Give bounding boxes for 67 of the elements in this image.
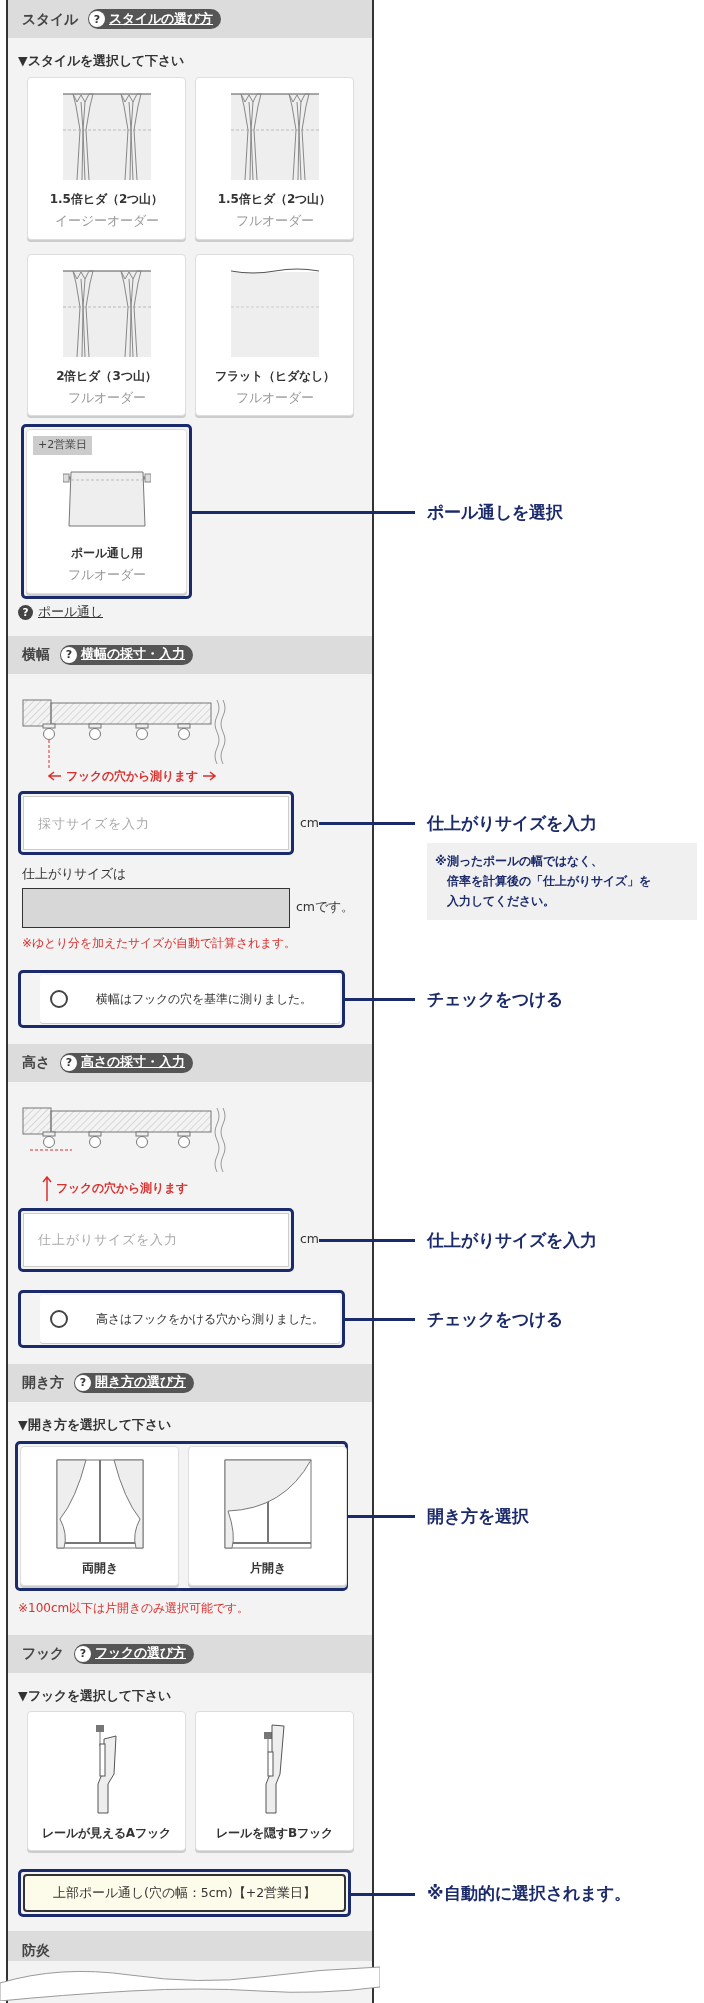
select-prompt: ▼フックを選択して下さい [18, 1686, 172, 1705]
size-input-field[interactable]: 仕上がりサイズを入力 [23, 1212, 289, 1267]
confirm-checkbox[interactable]: 横幅はフックの穴を基準に測りました。 [40, 974, 340, 1023]
option-name: 両開き [81, 1559, 118, 1577]
result-label: 仕上がりサイズは [22, 865, 127, 883]
confirm-checkbox[interactable]: 高さはフックをかける穴から測りました。 [40, 1294, 340, 1343]
section-title: 防炎 [22, 1941, 50, 1961]
callout-note: ※測ったポールの幅ではなく、 倍率を計算後の「仕上がりサイズ」を 入力してください。 [427, 842, 697, 920]
callout-text: 仕上がりサイズを入力 [427, 812, 597, 835]
callout-text: ※自動的に選択されます。 [427, 1882, 631, 1906]
measure-caption: フックの穴から測ります [66, 767, 198, 785]
option-subtitle: フルオーダー [67, 566, 146, 585]
select-prompt: ▼スタイルを選択して下さい [18, 52, 185, 70]
radio-circle[interactable] [50, 989, 68, 1008]
lead-time-tag: +2営業日 [33, 436, 93, 455]
option-card[interactable]: 両開き [20, 1445, 179, 1586]
callout-text: 開き方を選択 [427, 1504, 529, 1528]
checkbox-label: 高さはフックをかける穴から測りました。 [96, 1310, 324, 1328]
left-arrow-icon [48, 771, 62, 782]
option-card[interactable]: レールを隠すBフック [195, 1711, 354, 1852]
section-title: 開き方 [22, 1373, 64, 1393]
option-name: 1.5倍ヒダ（2つ山） [217, 190, 332, 208]
option-card[interactable]: フラット（ヒダなし） フルオーダー [195, 253, 354, 417]
option-subtitle: フルオーダー [67, 388, 146, 407]
callout-text: ポール通しを選択 [427, 500, 563, 524]
callout-text: 仕上がりサイズを入力 [427, 1228, 597, 1252]
note-text: ※ゆとり分を加えたサイズが自動で計算されます。 [22, 934, 298, 952]
size-input-field[interactable]: 採寸サイズを入力 [23, 796, 289, 850]
option-name: レールが見えるAフック [41, 1825, 172, 1843]
option-subtitle: フルオーダー [235, 388, 314, 407]
radio-circle[interactable] [50, 1309, 68, 1328]
up-arrow-icon [42, 1175, 52, 1202]
option-name: 2倍ヒダ（3つ山） [56, 367, 157, 385]
option-subtitle: イージーオーダー [54, 211, 159, 230]
section-title: スタイル [22, 9, 78, 29]
help-link[interactable]: ? フックの選び方 [74, 1643, 194, 1664]
help-link[interactable]: ? 横幅の採寸・入力 [60, 644, 193, 665]
option-name: 片開き [249, 1559, 286, 1577]
option-card[interactable]: レールが見えるAフック [27, 1711, 186, 1852]
note-text: ※100cm以下は片開きのみ選択可能です。 [18, 1599, 251, 1617]
section-title: 横幅 [22, 645, 50, 665]
select-prompt: ▼開き方を選択して下さい [18, 1415, 172, 1434]
right-arrow-icon [202, 771, 216, 782]
help-link[interactable]: ? ポール通し [18, 603, 362, 622]
option-card[interactable]: 1.5倍ヒダ（2つ山） イージーオーダー [27, 76, 186, 240]
callout-text: チェックをつける [427, 987, 563, 1011]
help-link[interactable]: ? 開き方の選び方 [74, 1372, 194, 1393]
callout-text: チェックをつける [427, 1307, 563, 1331]
option-name: レールを隠すBフック [215, 1825, 334, 1843]
option-card[interactable]: +2営業日 ポール通し用 フルオーダー [26, 429, 187, 594]
unit-label: cmです。 [296, 898, 355, 917]
measure-caption: フックの穴から測ります [56, 1180, 188, 1198]
option-name: ポール通し用 [70, 545, 143, 563]
option-card[interactable]: 2倍ヒダ（3つ山） フルオーダー [27, 253, 186, 417]
option-card[interactable]: 片開き [188, 1445, 347, 1586]
option-card[interactable]: 1.5倍ヒダ（2つ山） フルオーダー [195, 76, 354, 240]
option-subtitle: フルオーダー [235, 211, 314, 230]
unit-label: cm [300, 813, 320, 832]
help-link[interactable]: ? スタイルの選び方 [88, 9, 221, 29]
section-title: フック [22, 1644, 64, 1663]
option-name: 1.5倍ヒダ（2つ山） [49, 190, 164, 208]
section-title: 高さ [22, 1053, 50, 1073]
checkbox-label: 横幅はフックの穴を基準に測りました。 [96, 990, 312, 1008]
unit-label: cm [300, 1230, 320, 1249]
option-button[interactable]: 上部ポール通し(穴の幅：5cm)【+2営業日】 [23, 1874, 346, 1913]
option-name: フラット（ヒダなし） [214, 367, 335, 385]
help-link[interactable]: ? 高さの採寸・入力 [60, 1052, 193, 1073]
